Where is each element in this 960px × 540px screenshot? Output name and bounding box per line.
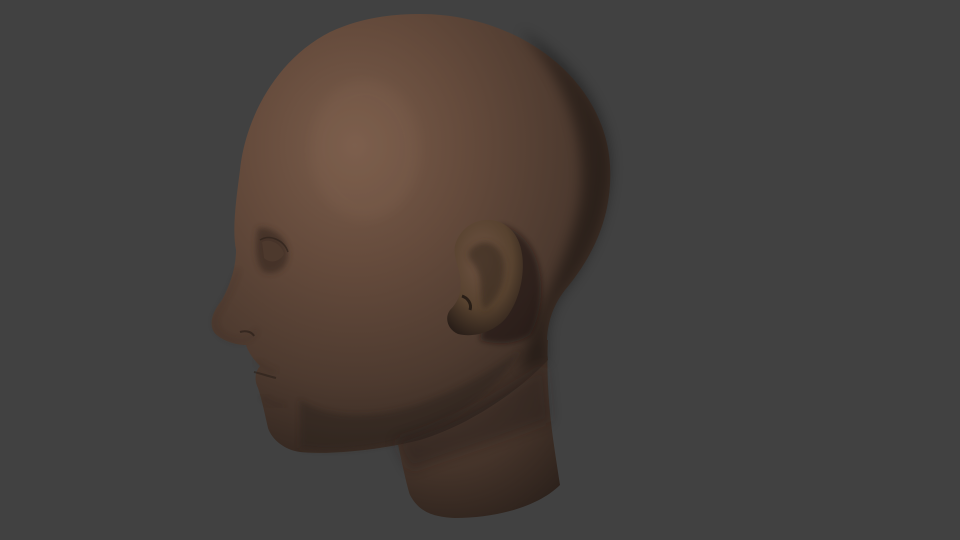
head-render bbox=[211, 14, 611, 518]
forehead-highlight bbox=[310, 80, 420, 220]
render-viewport bbox=[0, 0, 960, 540]
